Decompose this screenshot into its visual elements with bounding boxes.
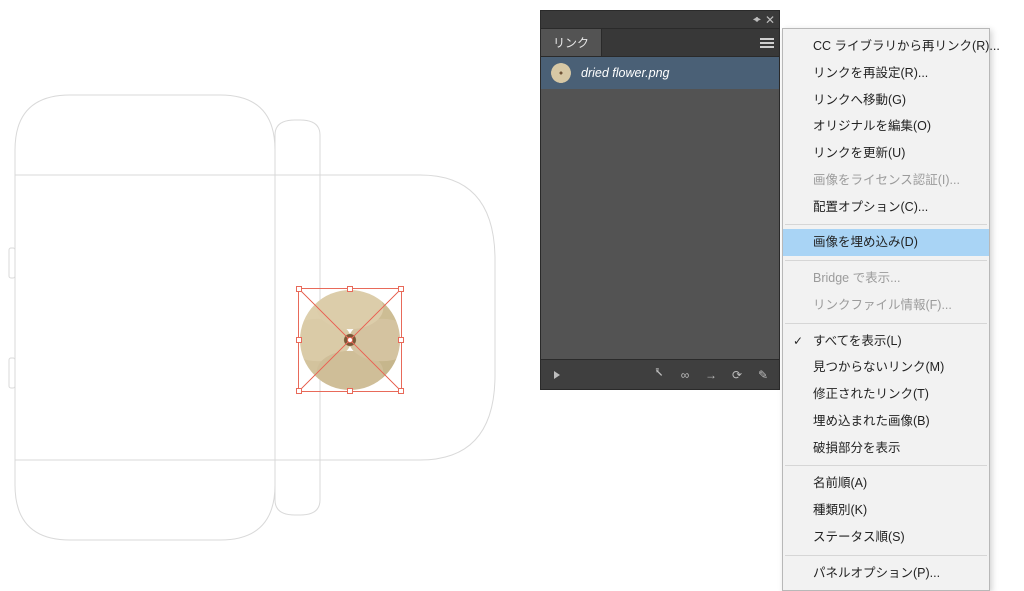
collapse-icon[interactable]: ◂▸: [753, 14, 759, 25]
links-panel: リンク dried flower.png ⭶ ∞ → ⟳ ✎: [540, 28, 780, 390]
link-row[interactable]: dried flower.png: [541, 57, 779, 89]
goto-link-icon[interactable]: →: [703, 367, 719, 383]
menu-item-label: 画像を埋め込み(D): [813, 233, 918, 252]
menu-item-goto[interactable]: リンクへ移動(G): [783, 87, 989, 114]
menu-item-embedded[interactable]: 埋め込まれた画像(B): [783, 408, 989, 435]
panel-tabs: リンク: [541, 29, 779, 57]
artboard[interactable]: [0, 0, 540, 576]
menu-item-label: オリジナルを編集(O): [813, 117, 931, 136]
handle-tr[interactable]: [398, 286, 404, 292]
menu-item-label: リンクを再設定(R)...: [813, 64, 928, 83]
handle-bl[interactable]: [296, 388, 302, 394]
menu-item-missing[interactable]: 見つからないリンク(M): [783, 354, 989, 381]
handle-ml[interactable]: [296, 337, 302, 343]
menu-item-label: 見つからないリンク(M): [813, 358, 944, 377]
menu-item-label: ステータス順(S): [813, 528, 905, 547]
menu-item-relink_cc[interactable]: CC ライブラリから再リンク(R)...: [783, 33, 989, 60]
handle-tl[interactable]: [296, 286, 302, 292]
panel-footer: ⭶ ∞ → ⟳ ✎: [541, 359, 779, 389]
menu-item-label: 配置オプション(C)...: [813, 198, 928, 217]
menu-separator: [785, 465, 987, 466]
tab-links[interactable]: リンク: [541, 29, 602, 56]
panel-flyout-menu: CC ライブラリから再リンク(R)... リンクを再設定(R)... リンクへ移動(…: [782, 28, 990, 591]
menu-item-edit_original[interactable]: オリジナルを編集(O): [783, 113, 989, 140]
hamburger-icon: [760, 38, 774, 48]
relink-icon[interactable]: ⭶: [651, 367, 667, 383]
menu-item-sort_name[interactable]: 名前順(A): [783, 470, 989, 497]
link-thumbnail: [551, 63, 571, 83]
menu-item-bridge: Bridge で表示...: [783, 265, 989, 292]
link-icon[interactable]: ∞: [677, 367, 693, 383]
menu-item-file_info: リンクファイル情報(F)...: [783, 292, 989, 319]
menu-item-label: リンクファイル情報(F)...: [813, 296, 952, 315]
menu-separator: [785, 323, 987, 324]
placed-image[interactable]: [300, 290, 400, 390]
menu-item-sort_kind[interactable]: 種類別(K): [783, 497, 989, 524]
link-filename: dried flower.png: [581, 66, 669, 80]
menu-item-update[interactable]: リンクを更新(U): [783, 140, 989, 167]
menu-item-label: Bridge で表示...: [813, 269, 901, 288]
menu-item-label: 修正されたリンク(T): [813, 385, 929, 404]
menu-item-place_options[interactable]: 配置オプション(C)...: [783, 194, 989, 221]
menu-separator: [785, 260, 987, 261]
menu-item-label: 埋め込まれた画像(B): [813, 412, 930, 431]
close-icon[interactable]: ✕: [765, 14, 775, 26]
menu-item-embed[interactable]: 画像を埋め込み(D): [783, 229, 989, 256]
menu-item-panel_options[interactable]: パネルオプション(P)...: [783, 560, 989, 587]
links-list: dried flower.png: [541, 57, 779, 359]
menu-item-label: リンクを更新(U): [813, 144, 905, 163]
handle-bm[interactable]: [347, 388, 353, 394]
panel-flyout-menu-button[interactable]: [755, 29, 779, 56]
menu-item-label: 種類別(K): [813, 501, 867, 520]
update-link-icon[interactable]: ⟳: [729, 367, 745, 383]
panel-topbar: ◂▸ ✕: [540, 10, 780, 28]
menu-item-modified[interactable]: 修正されたリンク(T): [783, 381, 989, 408]
menu-item-sort_status[interactable]: ステータス順(S): [783, 524, 989, 551]
handle-center[interactable]: [347, 337, 353, 343]
menu-item-license: 画像をライセンス認証(I)...: [783, 167, 989, 194]
handle-br[interactable]: [398, 388, 404, 394]
menu-item-label: CC ライブラリから再リンク(R)...: [813, 37, 1000, 56]
menu-separator: [785, 224, 987, 225]
menu-item-relink[interactable]: リンクを再設定(R)...: [783, 60, 989, 87]
menu-item-damaged[interactable]: 破損部分を表示: [783, 435, 989, 462]
dieline-template: [0, 0, 540, 576]
handle-tm[interactable]: [347, 286, 353, 292]
menu-item-label: すべてを表示(L): [813, 332, 902, 351]
menu-item-show_all[interactable]: すべてを表示(L): [783, 328, 989, 355]
selection-bounding-box: [298, 288, 402, 392]
edit-original-icon[interactable]: ✎: [755, 367, 771, 383]
tab-links-label: リンク: [553, 34, 589, 51]
disclosure-icon[interactable]: [549, 367, 565, 383]
menu-separator: [785, 555, 987, 556]
handle-mr[interactable]: [398, 337, 404, 343]
menu-item-label: 画像をライセンス認証(I)...: [813, 171, 960, 190]
menu-item-label: リンクへ移動(G): [813, 91, 906, 110]
menu-item-label: パネルオプション(P)...: [813, 564, 940, 583]
menu-item-label: 名前順(A): [813, 474, 867, 493]
menu-item-label: 破損部分を表示: [813, 439, 901, 458]
